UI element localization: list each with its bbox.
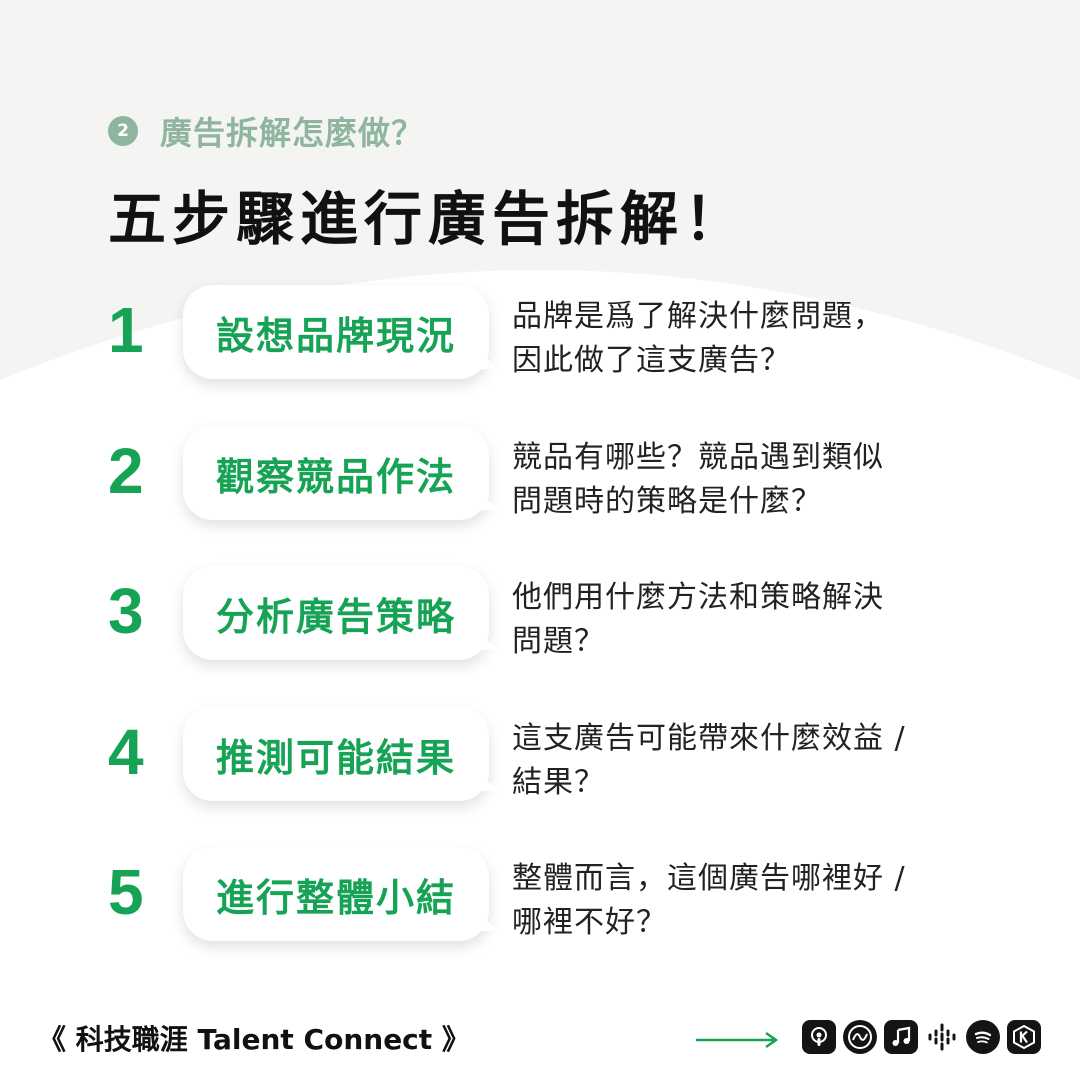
step-label-bubble: 進行整體小結 — [183, 847, 489, 941]
step-description-line: 品牌是爲了解決什麼問題， — [512, 299, 884, 334]
step-label: 推測可能結果 — [215, 735, 456, 780]
step-number: 1 — [108, 294, 144, 366]
step-5: 5 進行整體小結 整體而言，這個廣告哪裡好 / 哪裡不好？ — [0, 847, 1080, 947]
step-description-line: 整體而言，這個廣告哪裡好 / — [512, 861, 906, 896]
step-number: 5 — [108, 856, 144, 928]
step-description: 這支廣告可能帶來什麼效益 / 結果？ — [512, 717, 972, 805]
spotify-icon[interactable] — [966, 1020, 1000, 1054]
step-description-line: 問題時的策略是什麼？ — [512, 484, 822, 519]
step-2: 2 觀察競品作法 競品有哪些？競品遇到類似 問題時的策略是什麼？ — [0, 426, 1080, 526]
step-description: 品牌是爲了解決什麼問題， 因此做了這支廣告？ — [512, 295, 972, 383]
step-label: 分析廣告策略 — [215, 594, 456, 639]
step-description-line: 競品有哪些？競品遇到類似 — [512, 440, 884, 475]
subtitle-text: 廣告拆解怎麼做？ — [160, 114, 425, 152]
page-title: 五步驟進行廣告拆解！ — [108, 185, 749, 253]
step-label-bubble: 設想品牌現況 — [183, 285, 489, 379]
platform-icons — [802, 1020, 1041, 1054]
step-label-bubble: 觀察競品作法 — [183, 426, 489, 520]
step-3: 3 分析廣告策略 他們用什麼方法和策略解決 問題？ — [0, 566, 1080, 666]
step-description-line: 他們用什麼方法和策略解決 — [512, 580, 884, 615]
step-1: 1 設想品牌現況 品牌是爲了解決什麼問題， 因此做了這支廣告？ — [0, 285, 1080, 385]
music-note-icon[interactable] — [884, 1020, 918, 1054]
step-description-line: 因此做了這支廣告？ — [512, 343, 791, 378]
step-description-line: 結果？ — [512, 765, 605, 800]
step-description: 競品有哪些？競品遇到類似 問題時的策略是什麼？ — [512, 436, 972, 524]
section-number-badge: 2 — [108, 116, 138, 146]
step-4: 4 推測可能結果 這支廣告可能帶來什麼效益 / 結果？ — [0, 707, 1080, 807]
step-label-bubble: 推測可能結果 — [183, 707, 489, 801]
step-description-line: 問題？ — [512, 624, 605, 659]
arrow-right-icon — [696, 1031, 779, 1049]
google-podcasts-icon[interactable] — [925, 1020, 959, 1054]
soundon-icon[interactable] — [843, 1020, 877, 1054]
step-number: 2 — [108, 435, 144, 507]
step-label: 進行整體小結 — [215, 875, 456, 920]
section-subtitle: 2 廣告拆解怎麼做？ — [108, 108, 424, 154]
apple-podcasts-icon[interactable] — [802, 1020, 836, 1054]
step-number: 3 — [108, 575, 144, 647]
step-label: 觀察競品作法 — [215, 454, 456, 499]
footer-brand: 《 科技職涯 Talent Connect 》 — [38, 1023, 470, 1056]
step-number: 4 — [108, 716, 144, 788]
step-description-line: 這支廣告可能帶來什麼效益 / — [512, 721, 906, 756]
step-label-bubble: 分析廣告策略 — [183, 566, 489, 660]
kkbox-icon[interactable] — [1007, 1020, 1041, 1054]
step-description: 他們用什麼方法和策略解決 問題？ — [512, 576, 972, 664]
step-label: 設想品牌現況 — [215, 313, 456, 358]
step-description: 整體而言，這個廣告哪裡好 / 哪裡不好？ — [512, 857, 972, 945]
step-description-line: 哪裡不好？ — [512, 905, 667, 940]
